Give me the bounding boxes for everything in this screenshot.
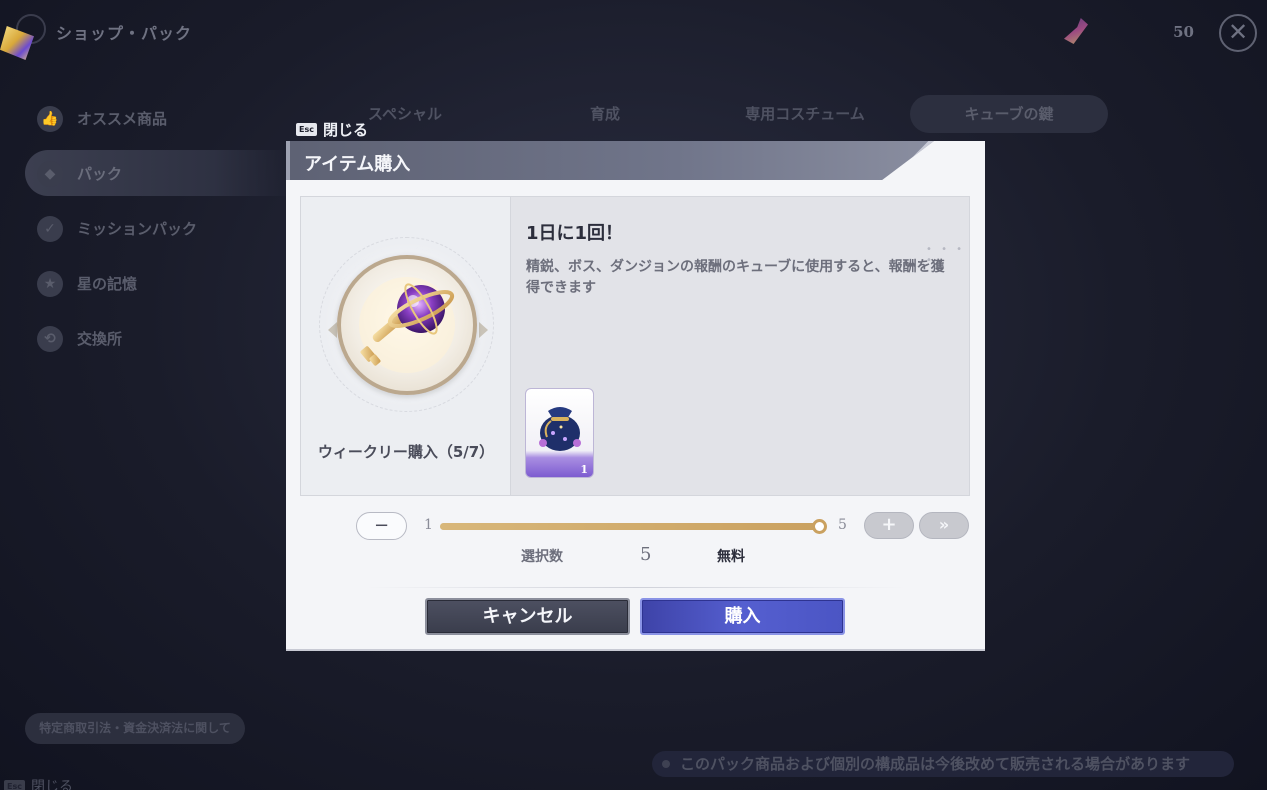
sidebar-item-label: パック xyxy=(77,164,123,183)
selected-count-label: 選択数 xyxy=(521,549,563,565)
page-title: ショップ・パック xyxy=(56,24,193,43)
max-quantity-button[interactable]: » xyxy=(919,512,969,539)
cube-key-icon xyxy=(359,277,455,373)
item-content: ウィークリー購入（5/7） 1日に1回！ • • • • 精鋭、ボス、ダンジョン… xyxy=(300,196,970,496)
tab-training[interactable]: 育成 xyxy=(510,95,700,133)
tab-bar: スペシャル 育成 専用コスチューム キューブの鍵 xyxy=(310,95,1110,133)
cancel-button[interactable]: キャンセル xyxy=(425,598,630,635)
frame-arrow-left-icon xyxy=(328,322,337,338)
header-stripe xyxy=(890,141,934,180)
buy-button[interactable]: 購入 xyxy=(640,598,845,635)
item-description: 精鋭、ボス、ダンジョンの報酬のキューブに使用すると、報酬を獲得できます xyxy=(526,259,945,296)
slider-fill xyxy=(440,523,820,530)
sidebar-item-recommended[interactable]: 👍 オススメ商品 xyxy=(25,95,295,141)
sidebar-item-star-memory[interactable]: ★ 星の記憶 xyxy=(25,260,295,306)
quantity-slider[interactable] xyxy=(440,519,827,534)
reward-item-card[interactable]: 1 xyxy=(525,388,594,478)
slider-handle[interactable] xyxy=(812,519,827,534)
sidebar-item-label: ミッションパック xyxy=(77,219,198,238)
sidebar-item-label: 交換所 xyxy=(77,329,123,348)
item-heading: 1日に1回！ xyxy=(526,223,624,244)
exchange-icon: ⟲ xyxy=(37,326,63,352)
modal-header: アイテム購入 xyxy=(286,141,934,180)
tab-costume[interactable]: 専用コスチューム xyxy=(710,95,900,133)
divider xyxy=(366,587,906,588)
star-memory-icon: ★ xyxy=(37,271,63,297)
sidebar-item-mission-pack[interactable]: ✓ ミッションパック xyxy=(25,205,295,251)
quantity-selector: − 1 5 + » xyxy=(356,511,976,541)
purchase-modal: アイテム購入 ウィークリー購入（5/7） 1日に1回！ • • • • 精鋭、ボ… xyxy=(286,141,985,651)
frame-arrow-right-icon xyxy=(479,322,488,338)
increase-button[interactable]: + xyxy=(864,512,914,539)
legal-info-button[interactable]: 特定商取引法・資金決済法に関して xyxy=(25,713,245,744)
gem-icon xyxy=(1064,18,1088,44)
selected-count-value: 5 xyxy=(640,544,652,565)
background-close[interactable]: Esc 閉じる xyxy=(4,776,73,790)
reward-count: 1 xyxy=(580,463,588,476)
modal-close[interactable]: Esc 閉じる xyxy=(296,119,368,140)
tab-cube-key[interactable]: キューブの鍵 xyxy=(910,95,1108,133)
price-label: 無料 xyxy=(717,549,745,565)
modal-close-label: 閉じる xyxy=(322,121,368,139)
esc-key-icon: Esc xyxy=(296,123,317,136)
background-close-label: 閉じる xyxy=(30,779,73,790)
sidebar-item-label: 星の記憶 xyxy=(77,274,138,293)
sidebar-item-pack[interactable]: ◆ パック xyxy=(25,150,295,196)
thumbs-up-icon: 👍 xyxy=(37,106,63,132)
close-icon[interactable]: ✕ xyxy=(1219,14,1257,52)
sidebar: 👍 オススメ商品 ◆ パック ✓ ミッションパック ★ 星の記憶 ⟲ 交換所 xyxy=(25,95,295,370)
pack-icon: ◆ xyxy=(37,161,63,187)
sidebar-item-exchange[interactable]: ⟲ 交換所 xyxy=(25,315,295,361)
reward-bag-icon xyxy=(539,407,581,451)
slider-min-label: 1 xyxy=(424,517,433,533)
top-bar: ショップ・パック 50 ✕ xyxy=(0,0,1267,62)
esc-key-icon: Esc xyxy=(4,779,25,790)
weekly-purchase-limit: ウィークリー購入（5/7） xyxy=(317,443,495,461)
notice-banner: このパック商品および個別の構成品は今後改めて販売される場合があります xyxy=(652,751,1234,777)
modal-title: アイテム購入 xyxy=(304,154,411,175)
sidebar-item-label: オススメ商品 xyxy=(77,109,168,128)
currency-value: 50 xyxy=(1173,23,1194,41)
item-preview-panel: ウィークリー購入（5/7） xyxy=(301,197,511,495)
slider-max-label: 5 xyxy=(838,517,847,533)
decrease-button[interactable]: − xyxy=(356,512,407,540)
mission-icon: ✓ xyxy=(37,216,63,242)
